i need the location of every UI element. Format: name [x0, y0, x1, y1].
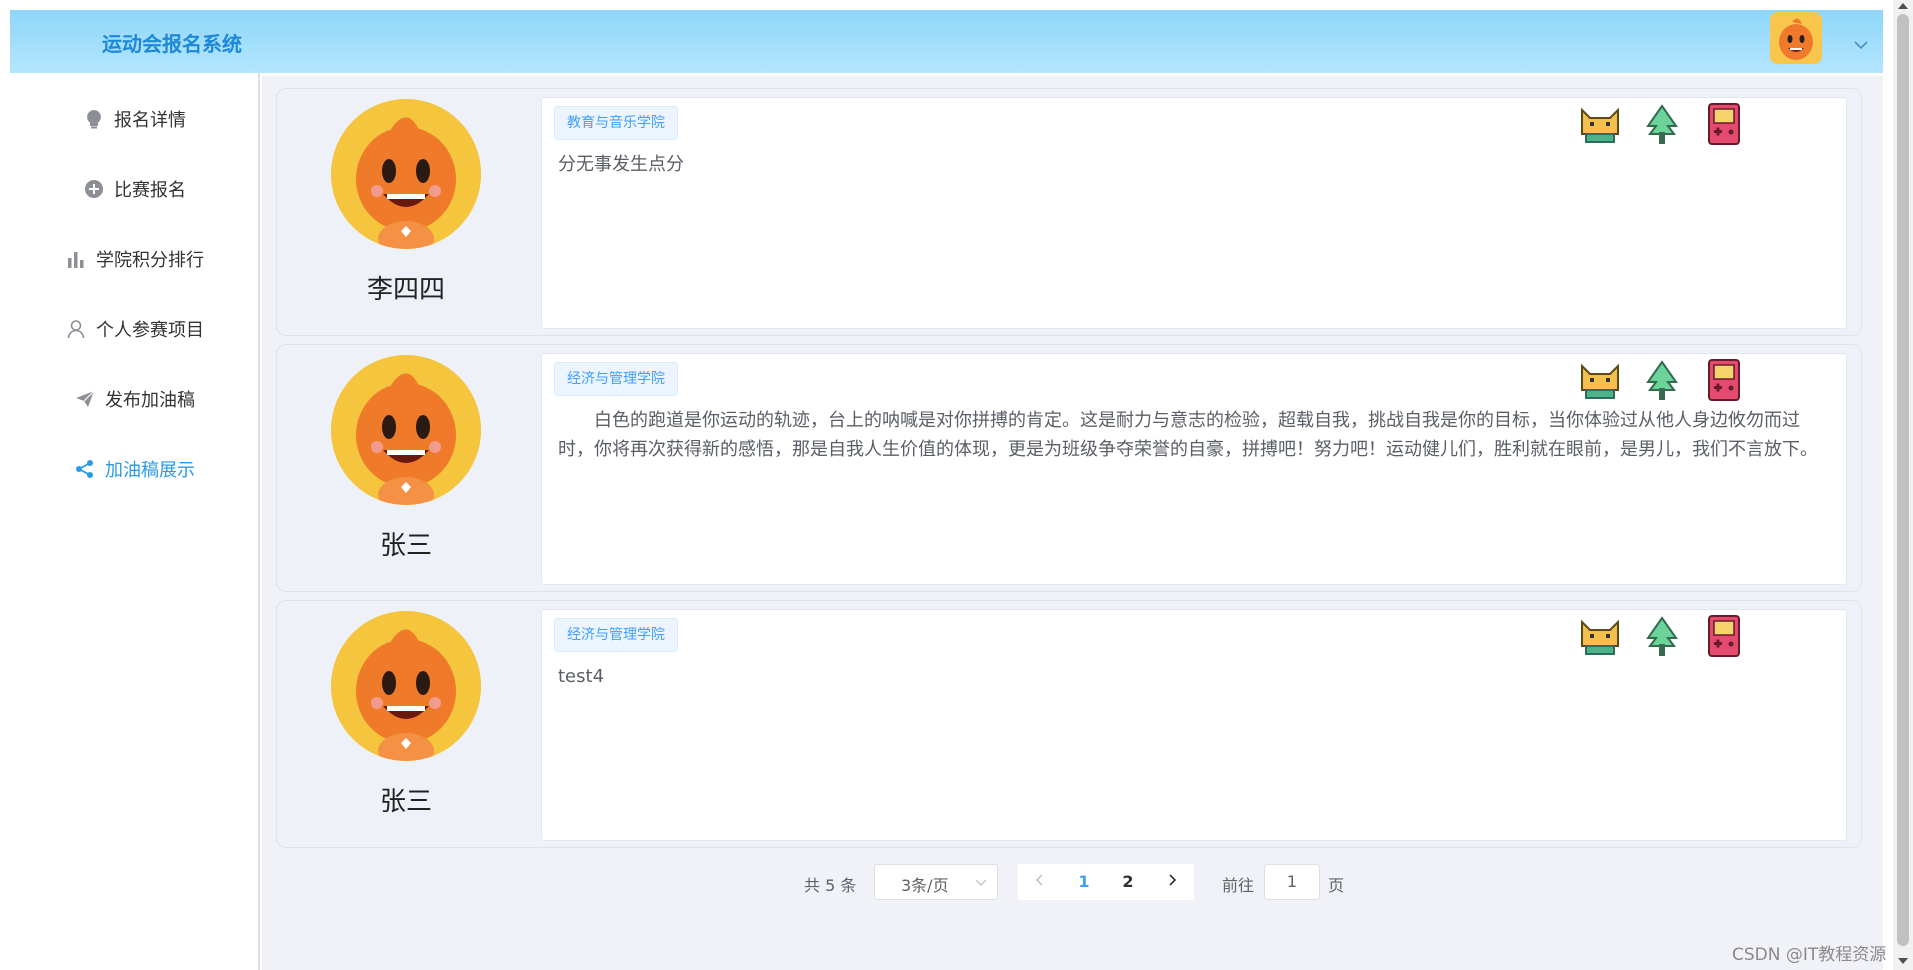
gameboy-icon[interactable] — [1702, 102, 1746, 146]
plus-circle-icon — [84, 179, 104, 199]
author-avatar — [331, 611, 481, 761]
college-tag: 经济与管理学院 — [554, 362, 678, 396]
sidebar-item-registration-details[interactable]: 报名详情 — [10, 99, 260, 139]
author-name: 李四四 — [366, 275, 445, 305]
next-page-button[interactable] — [1150, 864, 1194, 900]
sidebar-item-label: 发布加油稿 — [105, 390, 195, 411]
author-avatar — [331, 355, 481, 505]
sidebar-item-label: 个人参赛项目 — [96, 320, 204, 341]
post-card: 张三 经济与管理学院 — [276, 600, 1862, 848]
app-title: 运动会报名系统 — [102, 32, 242, 56]
sidebar-item-label: 学院积分排行 — [96, 250, 204, 271]
goto-label: 前往 — [1222, 876, 1255, 895]
prev-page-button[interactable] — [1018, 864, 1062, 900]
page-button-2[interactable]: 2 — [1106, 864, 1150, 900]
top-header: 运动会报名系统 — [10, 10, 1883, 73]
cat-icon[interactable] — [1578, 358, 1622, 402]
paper-plane-icon — [75, 389, 95, 409]
share-icon — [75, 459, 95, 479]
post-actions — [1578, 102, 1758, 146]
post-card: 李四四 教育与音乐学院 分无事发生点分 — [276, 88, 1862, 336]
user-avatar[interactable] — [1770, 12, 1822, 64]
page-suffix-label: 页 — [1328, 876, 1345, 895]
chevron-down-icon — [975, 879, 987, 886]
user-icon — [66, 319, 86, 339]
post-actions — [1578, 358, 1758, 402]
author-name: 张三 — [379, 787, 432, 817]
college-tag: 教育与音乐学院 — [554, 106, 678, 140]
chevron-down-icon[interactable] — [1852, 38, 1870, 52]
scrollbar-thumb[interactable] — [1897, 14, 1909, 946]
lightbulb-icon — [84, 109, 104, 129]
page-size-select[interactable]: 3条/页 — [874, 864, 998, 900]
sidebar-item-personal-events[interactable]: 个人参赛项目 — [10, 309, 260, 349]
sidebar: 报名详情 比赛报名 学院积分排行 个人参赛项目 发布加油稿 加油稿展示 — [10, 73, 260, 970]
post-card: 张三 经济与管理学院 — [276, 344, 1862, 592]
sidebar-item-college-ranking[interactable]: 学院积分排行 — [10, 239, 260, 279]
sidebar-item-label: 加油稿展示 — [105, 460, 195, 481]
chevron-right-icon — [1169, 874, 1177, 886]
tree-icon[interactable] — [1640, 102, 1684, 146]
tree-icon[interactable] — [1640, 614, 1684, 658]
pagination-total: 共 5 条 — [804, 876, 857, 895]
goto-page-input[interactable]: 1 — [1264, 864, 1320, 900]
gameboy-icon[interactable] — [1702, 614, 1746, 658]
bar-chart-icon — [66, 249, 86, 269]
main-content: 李四四 教育与音乐学院 分无事发生点分 张三 经济与管理学院 白色的跑道是你运动… — [262, 76, 1883, 970]
post-text: 分无事发生点分 — [558, 154, 684, 175]
page-size-value: 3条/页 — [901, 876, 949, 895]
sidebar-item-label: 报名详情 — [114, 110, 186, 131]
post-content-box: 经济与管理学院 — [541, 353, 1847, 585]
college-tag: 经济与管理学院 — [554, 618, 678, 652]
gameboy-icon[interactable] — [1702, 358, 1746, 402]
tree-icon[interactable] — [1640, 358, 1684, 402]
page-button-1[interactable]: 1 — [1062, 864, 1106, 900]
author-avatar — [331, 99, 481, 249]
sidebar-item-publish-cheer[interactable]: 发布加油稿 — [10, 379, 260, 419]
post-actions — [1578, 614, 1758, 658]
post-content-box: 经济与管理学院 — [541, 609, 1847, 841]
author-name: 张三 — [379, 531, 432, 561]
chevron-left-icon — [1035, 874, 1043, 886]
post-content-box: 教育与音乐学院 分无事发生点分 — [541, 97, 1847, 329]
page-scrollbar[interactable] — [1893, 0, 1913, 970]
sidebar-item-cheer-display[interactable]: 加油稿展示 — [10, 449, 260, 489]
watermark: CSDN @IT教程资源 — [1732, 945, 1887, 965]
scroll-down-arrow-icon[interactable] — [1898, 958, 1908, 964]
sidebar-item-label: 比赛报名 — [114, 180, 186, 201]
cat-icon[interactable] — [1578, 614, 1622, 658]
post-text: 白色的跑道是你运动的轨迹，台上的呐喊是对你拼搏的肯定。这是耐力与意志的检验，超载… — [558, 410, 1818, 460]
scroll-up-arrow-icon[interactable] — [1898, 3, 1908, 9]
pagination-pager: 1 2 — [1018, 864, 1194, 900]
sidebar-item-competition-signup[interactable]: 比赛报名 — [10, 169, 260, 209]
app-root: 运动会报名系统 报名详情 比赛报名 学院积分排行 个人参赛项目 发布加油稿 加油… — [0, 0, 1913, 970]
cat-icon[interactable] — [1578, 102, 1622, 146]
post-text: test4 — [558, 666, 605, 687]
